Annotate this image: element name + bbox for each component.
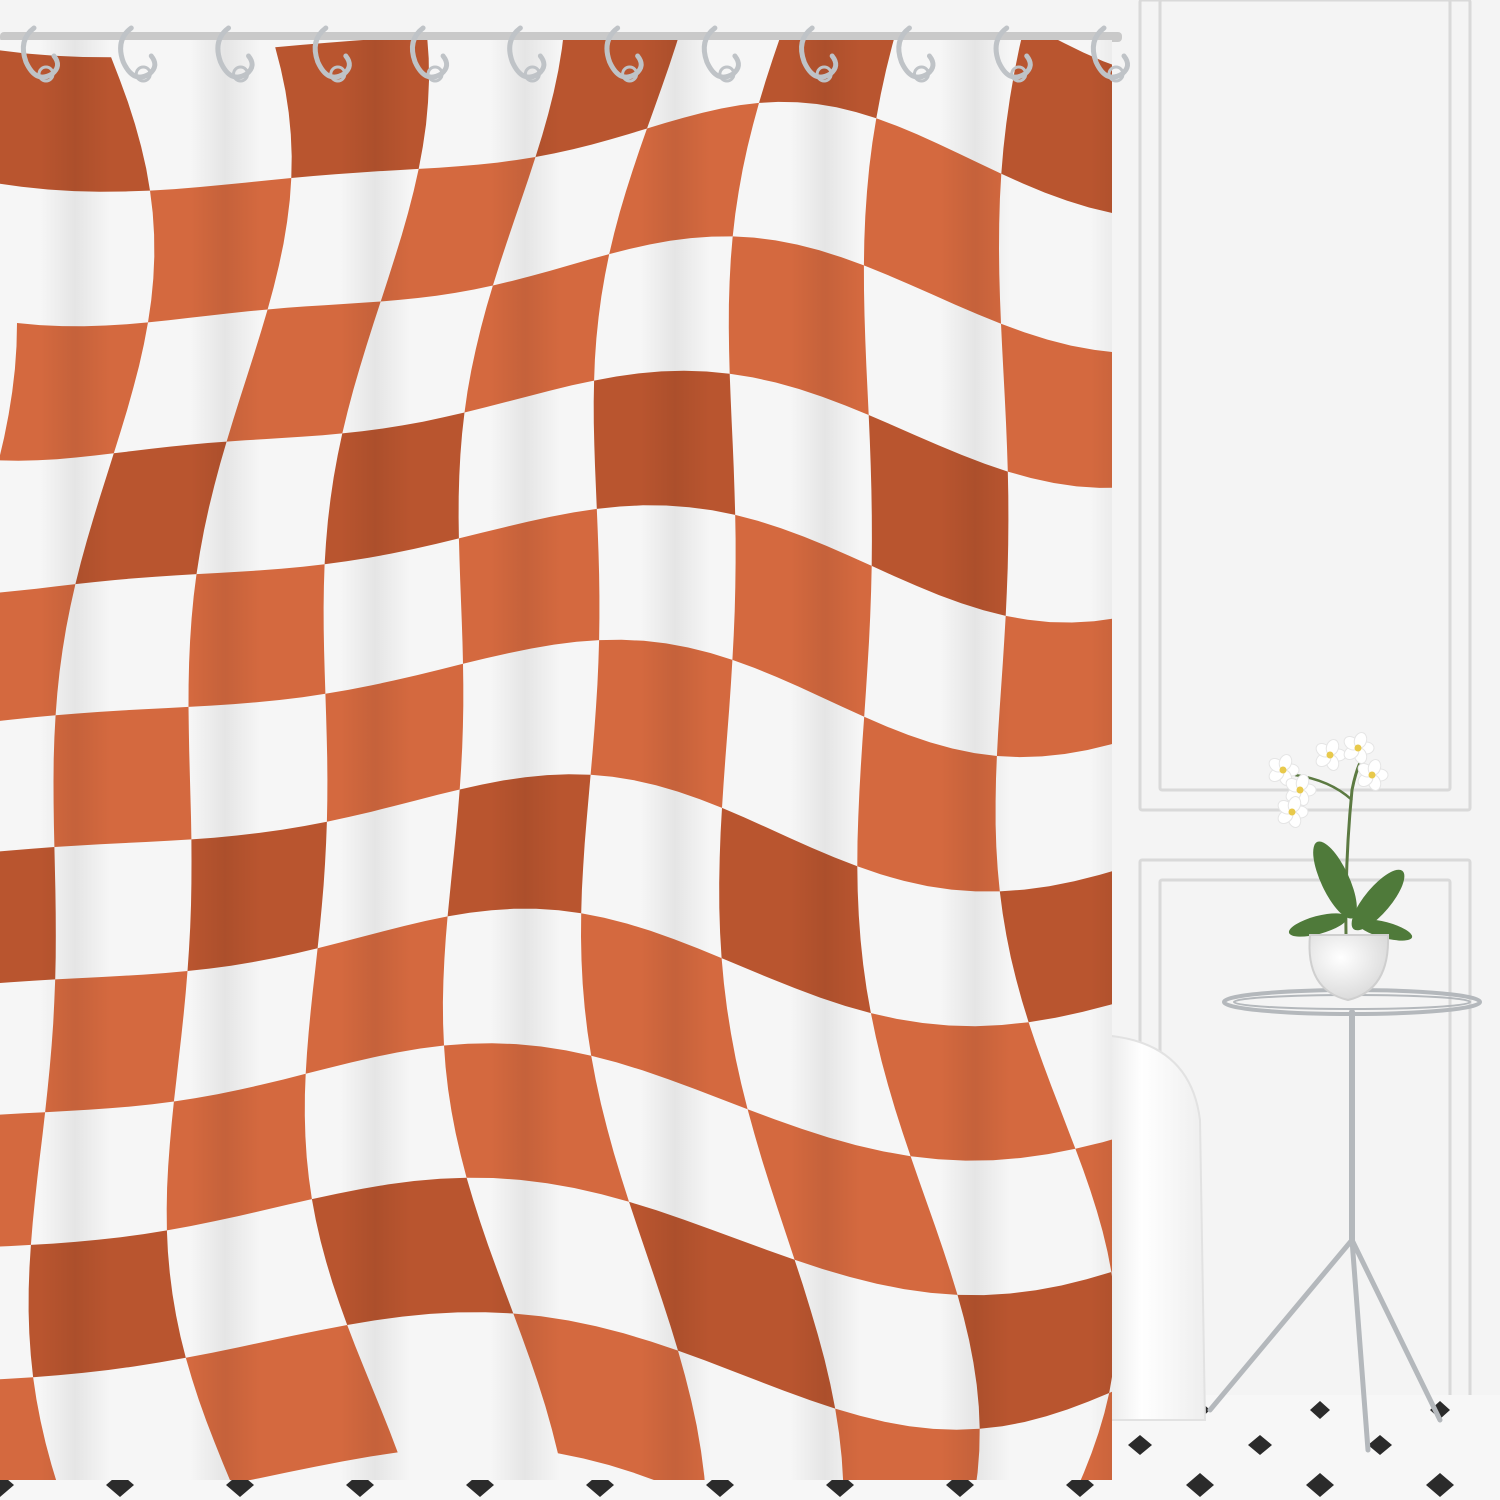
curtain-fold-shadow [190,40,260,1480]
curtain-fold-shadow [340,40,410,1480]
bathroom-scene [0,0,1500,1500]
curtain-fold-shadow [940,40,1010,1480]
bathtub [1099,1033,1207,1421]
curtain-fold-shadow [490,40,560,1480]
shower-curtain [0,40,1112,1480]
curtain-fold-shadow [640,40,710,1480]
curtain-fold-shadow [790,40,860,1480]
curtain-fold-shadow [40,40,110,1480]
